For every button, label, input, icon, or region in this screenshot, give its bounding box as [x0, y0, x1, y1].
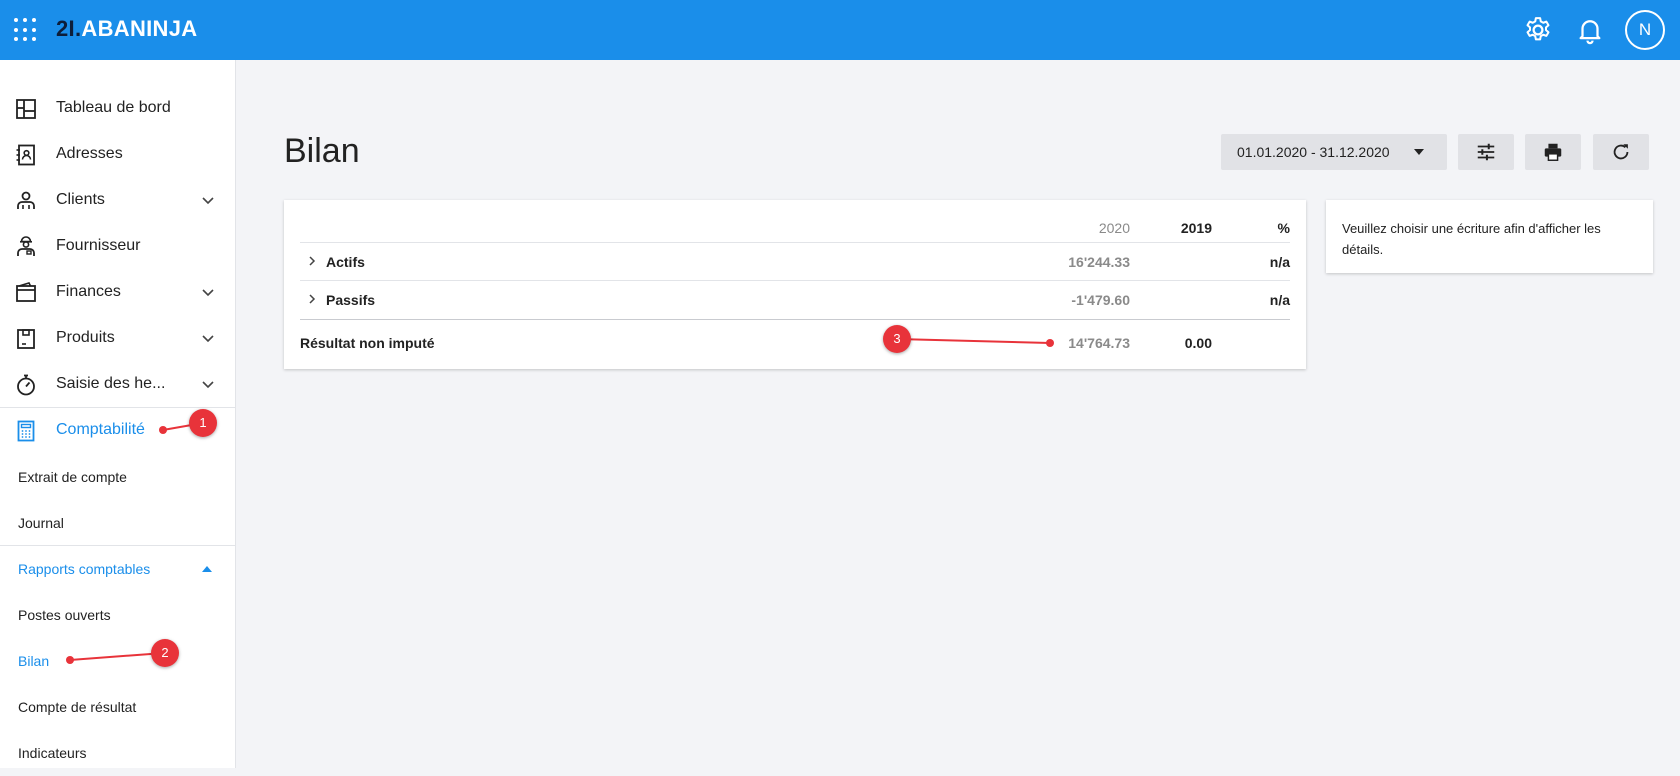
detail-placeholder-text: Veuillez choisir une écriture afin d'aff… [1342, 221, 1601, 257]
table-row-passifs[interactable]: Passifs -1'479.60 n/a [300, 281, 1290, 318]
sidebar-subitem-indicateurs[interactable]: Indicateurs [0, 730, 235, 776]
sidebar-subitem-label: Indicateurs [18, 745, 87, 761]
column-header-2019[interactable]: 2019 [1181, 220, 1212, 236]
chevron-right-icon[interactable] [306, 255, 318, 267]
column-header-2020[interactable]: 2020 [1099, 220, 1130, 236]
stopwatch-icon [17, 374, 35, 396]
row-label: Actifs [326, 254, 365, 270]
wallet-icon [16, 282, 36, 302]
sidebar-item-saisie-des-heures[interactable]: Saisie des he... [0, 362, 235, 408]
sidebar-subitem-postes-ouverts[interactable]: Postes ouverts [0, 592, 235, 638]
sliders-icon [1477, 143, 1495, 161]
date-range-select[interactable]: 01.01.2020 - 31.12.2020 [1221, 134, 1447, 170]
sidebar-item-label: Comptabilité [56, 421, 145, 438]
annotation-marker-2: 2 [151, 639, 179, 667]
bell-icon[interactable] [1575, 15, 1605, 45]
chevron-down-icon[interactable] [200, 284, 216, 300]
address-book-icon [16, 144, 35, 166]
sidebar-item-label: Finances [56, 283, 121, 300]
detail-panel: Veuillez choisir une écriture afin d'aff… [1326, 200, 1653, 273]
calculator-icon [17, 420, 35, 442]
row-value-2020: 16'244.33 [1068, 254, 1130, 270]
column-header-percent[interactable]: % [1278, 220, 1290, 236]
row-value-2019: 0.00 [1184, 335, 1212, 351]
annotation-marker-1: 1 [189, 409, 217, 437]
sidebar-item-tableau-de-bord[interactable]: Tableau de bord [0, 86, 235, 132]
page-title: Bilan [284, 132, 360, 170]
sidebar-subitem-journal[interactable]: Journal [0, 500, 235, 546]
sidebar-subitem-label: Extrait de compte [18, 469, 127, 485]
row-value-percent: n/a [1269, 292, 1290, 308]
chevron-right-icon[interactable] [306, 293, 318, 305]
caret-down-icon [1414, 149, 1424, 155]
annotation-dot-3 [1046, 339, 1054, 347]
gear-icon[interactable] [1523, 15, 1553, 45]
annotation-lines [69, 338, 1051, 661]
caret-up-icon[interactable] [201, 564, 213, 574]
product-box-icon [17, 329, 35, 349]
supplier-icon [17, 236, 35, 256]
print-button[interactable] [1525, 134, 1581, 170]
sidebar-subitem-label: Bilan [18, 653, 50, 669]
sidebar-subitem-label: Postes ouverts [18, 607, 111, 623]
sidebar-subitem-extrait-de-compte[interactable]: Extrait de compte [0, 454, 235, 500]
row-value-percent: n/a [1269, 254, 1290, 270]
sidebar-item-label: Adresses [56, 145, 123, 162]
table-row-resultat[interactable]: Résultat non imputé 14'764.73 0.00 [300, 320, 1290, 366]
chevron-down-icon[interactable] [200, 376, 216, 392]
row-value-2020: 14'764.73 [1068, 335, 1130, 351]
sidebar-subitem-label: Rapports comptables [18, 561, 151, 577]
app-logo[interactable]: 2I.ABANINJA [56, 16, 197, 42]
filter-button[interactable] [1458, 134, 1514, 170]
refresh-icon [1613, 144, 1629, 160]
sidebar-item-adresses[interactable]: Adresses [0, 132, 235, 178]
table-row-actifs[interactable]: Actifs 16'244.33 n/a [300, 243, 1290, 280]
sidebar-subitem-label: Compte de résultat [18, 699, 137, 715]
clients-icon [17, 191, 35, 209]
sidebar-item-finances[interactable]: Finances [0, 270, 235, 316]
sidebar-item-label: Produits [56, 329, 115, 346]
annotation-dot-2 [66, 656, 74, 664]
sidebar-item-label: Saisie des he... [56, 375, 166, 392]
row-label: Résultat non imputé [300, 335, 435, 351]
row-value-2020: -1'479.60 [1071, 292, 1130, 308]
sidebar-item-clients[interactable]: Clients [0, 178, 235, 224]
annotation-dot-1 [159, 426, 167, 434]
sidebar-item-label: Clients [56, 191, 105, 208]
sidebar-item-label: Fournisseur [56, 237, 141, 254]
sidebar-item-fournisseur[interactable]: Fournisseur [0, 224, 235, 270]
user-avatar[interactable]: N [1625, 10, 1665, 50]
dashboard-icon [16, 99, 36, 119]
sidebar-subitem-label: Journal [18, 515, 64, 531]
sidebar-subitem-compte-de-resultat[interactable]: Compte de résultat [0, 684, 235, 730]
printer-icon [1544, 143, 1562, 161]
sidebar-item-produits[interactable]: Produits [0, 316, 235, 362]
sidebar-subitem-bilan[interactable]: Bilan [0, 638, 235, 684]
sidebar-item-label: Tableau de bord [56, 99, 171, 116]
row-label: Passifs [326, 292, 376, 308]
chevron-down-icon[interactable] [200, 330, 216, 346]
annotation-marker-3: 3 [883, 325, 911, 353]
top-bar: 2I.ABANINJA N [0, 0, 1680, 60]
sidebar-subitem-rapports-comptables[interactable]: Rapports comptables [0, 546, 235, 592]
date-range-value: 01.01.2020 - 31.12.2020 [1237, 144, 1390, 160]
chevron-down-icon[interactable] [200, 192, 216, 208]
apps-grid-icon[interactable] [14, 18, 38, 42]
balance-sheet-table: 2020 2019 % Actifs 16'244.33 n/a Passifs… [284, 200, 1306, 369]
refresh-button[interactable] [1593, 134, 1649, 170]
